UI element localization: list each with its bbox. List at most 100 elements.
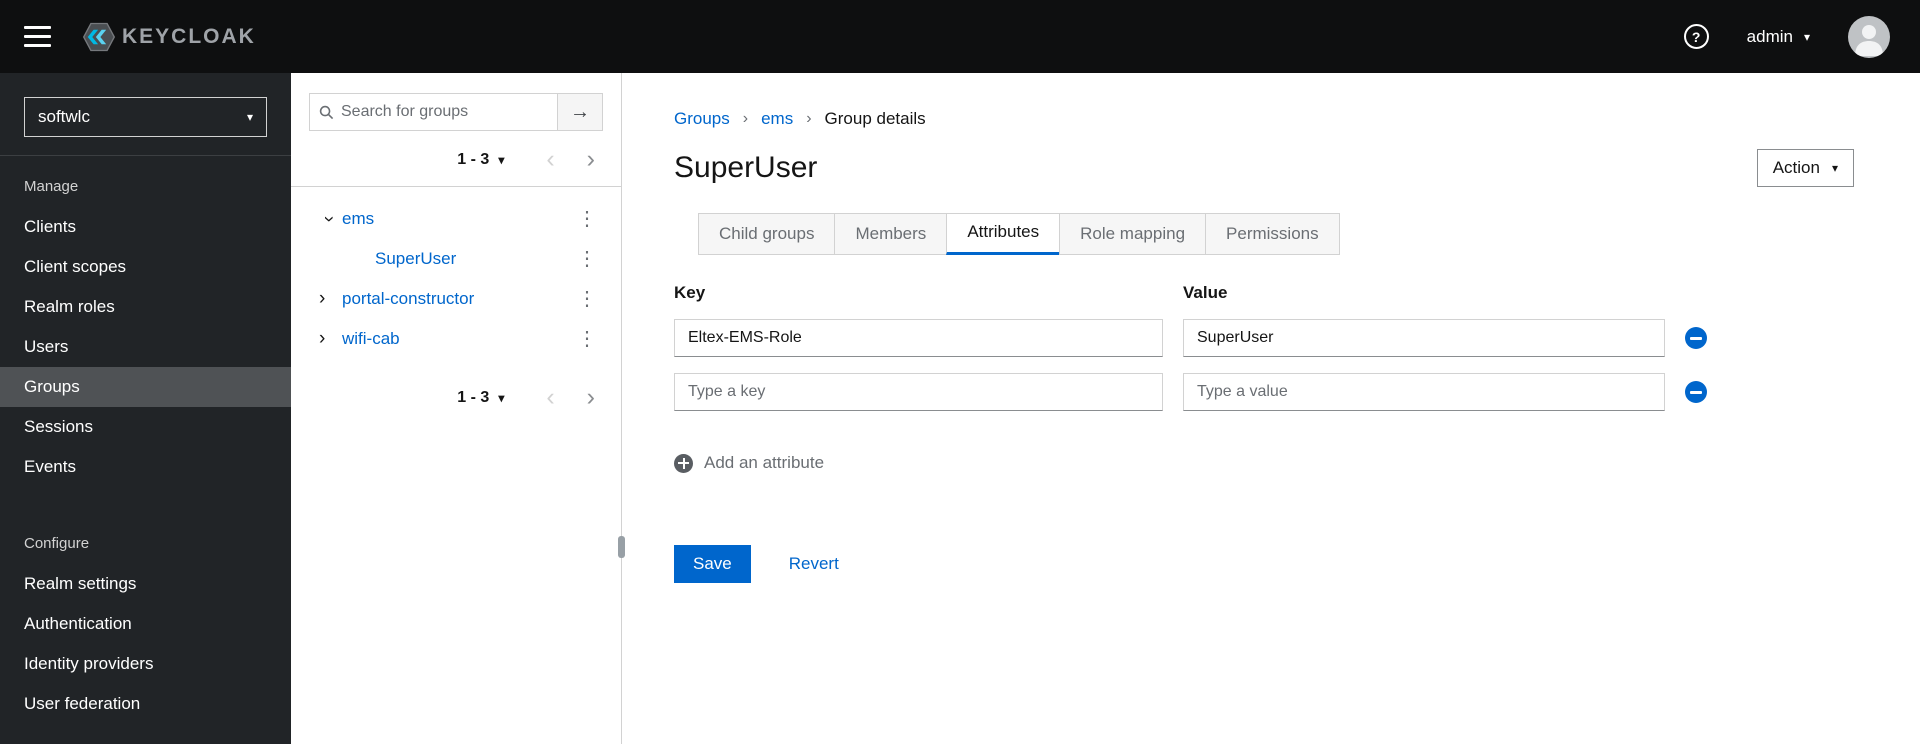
tree-row-portal-constructor: › portal-constructor ⋮ bbox=[291, 279, 621, 319]
breadcrumb-separator-icon: › bbox=[806, 110, 812, 127]
form-actions: Save Revert bbox=[674, 545, 1854, 583]
panel-resize-handle[interactable] bbox=[618, 536, 625, 558]
breadcrumb-separator-icon: › bbox=[742, 110, 749, 127]
caret-down-icon: ▾ bbox=[1831, 161, 1838, 175]
realm-selector-wrap: softwlc ▾ bbox=[0, 73, 291, 156]
username: admin bbox=[1746, 26, 1793, 46]
sidebar-item-realm-settings[interactable]: Realm settings bbox=[0, 564, 291, 604]
sidebar-item-client-scopes[interactable]: Client scopes bbox=[0, 247, 291, 287]
pagination-range-dropdown[interactable]: 1 - 3 ▾ bbox=[457, 389, 504, 407]
pagination-prev-button[interactable]: ‹ bbox=[546, 385, 554, 410]
pagination-top: 1 - 3 ▾ ‹ › bbox=[291, 131, 621, 186]
breadcrumb-ems[interactable]: ems bbox=[761, 109, 793, 129]
keycloak-logo: KEYCLOAK bbox=[81, 19, 256, 55]
pagination-range-label: 1 - 3 bbox=[457, 388, 490, 406]
sidebar-item-realm-roles[interactable]: Realm roles bbox=[0, 287, 291, 327]
group-link-portal-constructor[interactable]: portal-constructor bbox=[342, 289, 474, 309]
tab-attributes[interactable]: Attributes bbox=[946, 213, 1061, 255]
attribute-value-input[interactable] bbox=[1183, 373, 1665, 411]
pagination-next-button[interactable]: › bbox=[587, 147, 595, 172]
tab-members[interactable]: Members bbox=[834, 213, 948, 255]
tab-permissions[interactable]: Permissions bbox=[1205, 213, 1340, 255]
sidebar-item-sessions[interactable]: Sessions bbox=[0, 407, 291, 447]
remove-attribute-icon[interactable] bbox=[1685, 327, 1707, 349]
breadcrumb: Groups › ems › Group details bbox=[674, 109, 1854, 129]
sidebar-nav: softwlc ▾ Manage Clients Client scopes R… bbox=[0, 73, 291, 744]
caret-down-icon: ▾ bbox=[498, 152, 505, 167]
kebab-menu-icon[interactable]: ⋮ bbox=[575, 209, 599, 229]
tree-row-superuser: SuperUser ⋮ bbox=[291, 239, 621, 279]
sidebar-item-groups[interactable]: Groups bbox=[0, 367, 291, 407]
search-icon bbox=[319, 105, 334, 119]
top-header: KEYCLOAK ? admin ▾ bbox=[0, 0, 1920, 73]
groups-search-box bbox=[309, 93, 557, 131]
search-submit-button[interactable]: → bbox=[557, 93, 603, 131]
sidebar-item-authentication[interactable]: Authentication bbox=[0, 604, 291, 644]
chevron-right-icon[interactable]: › bbox=[319, 328, 342, 350]
group-link-ems[interactable]: ems bbox=[342, 209, 374, 229]
breadcrumb-current: Group details bbox=[824, 109, 926, 128]
title-row: SuperUser Action ▾ bbox=[674, 149, 1854, 187]
pagination-range-label: 1 - 3 bbox=[457, 150, 490, 168]
revert-button[interactable]: Revert bbox=[789, 554, 839, 574]
brand-text: KEYCLOAK bbox=[122, 24, 256, 48]
attribute-value-input[interactable] bbox=[1183, 319, 1665, 357]
avatar[interactable] bbox=[1848, 15, 1890, 58]
realm-name: softwlc bbox=[38, 107, 90, 126]
chevron-down-icon: ▾ bbox=[246, 110, 253, 124]
plus-circle-icon bbox=[674, 453, 693, 473]
pagination-bottom: 1 - 3 ▾ ‹ › bbox=[291, 359, 621, 424]
groups-search-row: → bbox=[309, 93, 603, 131]
arrow-right-icon: → bbox=[570, 100, 590, 123]
header-actions: ? admin ▾ bbox=[1683, 15, 1890, 58]
pagination-prev-button[interactable]: ‹ bbox=[546, 147, 554, 172]
attribute-key-input[interactable] bbox=[674, 373, 1163, 411]
kebab-menu-icon[interactable]: ⋮ bbox=[575, 249, 599, 269]
action-label: Action bbox=[1772, 158, 1820, 177]
person-icon bbox=[1855, 24, 1883, 56]
tab-child-groups[interactable]: Child groups bbox=[698, 213, 836, 255]
hamburger-menu-button[interactable] bbox=[24, 26, 51, 47]
pagination-chevrons: ‹ › bbox=[546, 147, 595, 172]
pagination-range-dropdown[interactable]: 1 - 3 ▾ bbox=[457, 151, 504, 169]
user-menu[interactable]: admin ▾ bbox=[1747, 27, 1810, 47]
caret-down-icon: ▾ bbox=[498, 390, 505, 405]
pagination-next-button[interactable]: › bbox=[587, 385, 595, 410]
action-dropdown[interactable]: Action ▾ bbox=[1756, 149, 1854, 187]
add-attribute-button[interactable]: Add an attribute bbox=[674, 453, 824, 473]
chevron-down-icon: ▾ bbox=[1803, 29, 1810, 44]
kebab-menu-icon[interactable]: ⋮ bbox=[575, 289, 599, 309]
help-glyph: ? bbox=[1691, 28, 1701, 45]
pagination-chevrons: ‹ › bbox=[546, 385, 595, 410]
key-column-header: Key bbox=[674, 283, 706, 302]
add-attribute-label: Add an attribute bbox=[704, 453, 825, 472]
sidebar-item-user-federation[interactable]: User federation bbox=[0, 684, 291, 724]
groups-search-input[interactable] bbox=[341, 103, 548, 121]
realm-selector[interactable]: softwlc ▾ bbox=[24, 97, 267, 137]
tab-role-mapping[interactable]: Role mapping bbox=[1059, 213, 1207, 255]
nav-section-manage: Manage bbox=[24, 178, 79, 195]
page-title: SuperUser bbox=[674, 151, 818, 184]
tree-row-wifi-cab: › wifi-cab ⋮ bbox=[291, 319, 621, 359]
tree-row-ems: › ems ⋮ bbox=[291, 199, 621, 239]
chevron-right-icon[interactable]: › bbox=[319, 288, 342, 310]
kebab-menu-icon[interactable]: ⋮ bbox=[575, 329, 599, 349]
breadcrumb-groups[interactable]: Groups bbox=[674, 109, 730, 129]
group-link-wifi-cab[interactable]: wifi-cab bbox=[342, 329, 400, 349]
group-link-superuser[interactable]: SuperUser bbox=[375, 249, 456, 269]
sidebar-item-identity-providers[interactable]: Identity providers bbox=[0, 644, 291, 684]
nav-section-configure: Configure bbox=[24, 535, 90, 552]
sidebar-item-events[interactable]: Events bbox=[0, 447, 291, 487]
main-content: Groups › ems › Group details SuperUser A… bbox=[622, 73, 1920, 744]
remove-attribute-icon[interactable] bbox=[1685, 381, 1707, 403]
value-column-header: Value bbox=[1183, 283, 1228, 302]
groups-tree-panel: → 1 - 3 ▾ ‹ › › ems ⋮ SuperUser ⋮ bbox=[291, 73, 625, 744]
tab-bar: Child groups Members Attributes Role map… bbox=[698, 213, 1854, 255]
chevron-down-icon[interactable]: › bbox=[318, 210, 340, 229]
sidebar-item-clients[interactable]: Clients bbox=[0, 207, 291, 247]
keycloak-logo-icon bbox=[82, 22, 116, 51]
attribute-key-input[interactable] bbox=[674, 319, 1163, 357]
sidebar-item-users[interactable]: Users bbox=[0, 327, 291, 367]
help-icon[interactable]: ? bbox=[1683, 24, 1709, 49]
save-button[interactable]: Save bbox=[674, 545, 751, 583]
